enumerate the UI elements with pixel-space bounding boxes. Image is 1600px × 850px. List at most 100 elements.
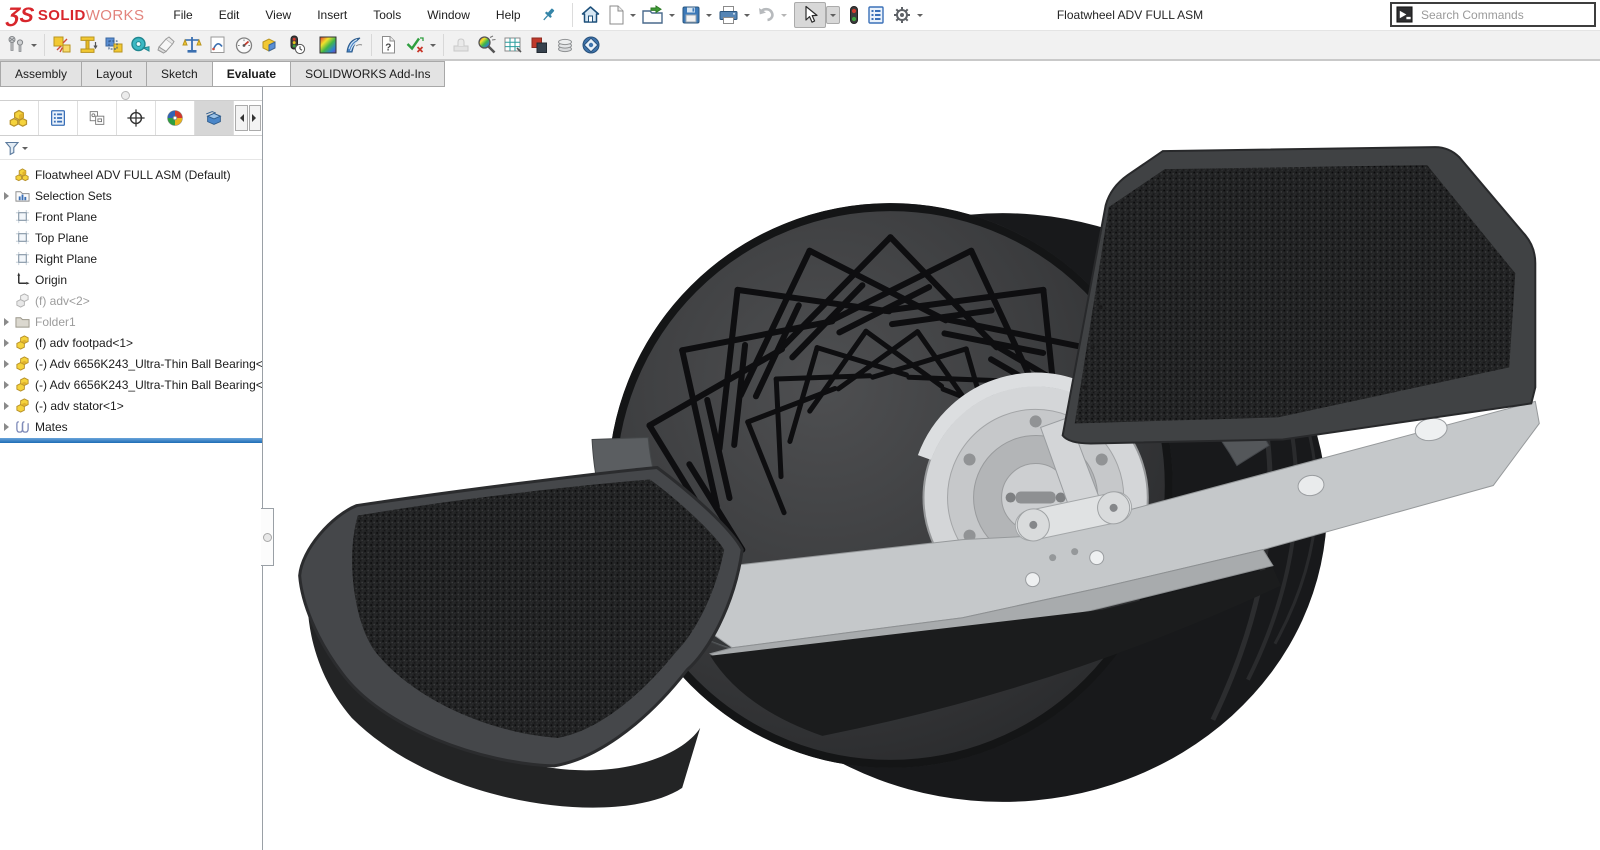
tree-item-ball-bearing-4[interactable]: (-) Adv 6656K243_Ultra-Thin Ball Bearing… (0, 374, 262, 395)
solidworks-search-icon (1396, 6, 1413, 23)
design-checker-dropdown[interactable] (430, 44, 436, 50)
measure-icon[interactable] (127, 33, 153, 57)
smart-fasteners-icon[interactable] (3, 33, 29, 57)
sensor-icon[interactable] (231, 33, 257, 57)
save-dropdown[interactable] (706, 14, 712, 20)
tree-item-mates[interactable]: Mates (0, 416, 262, 437)
toolbar-separator (572, 3, 573, 27)
task-list-icon[interactable] (863, 1, 889, 29)
tree-item-front-plane[interactable]: Front Plane (0, 206, 262, 227)
panel-height-splitter[interactable] (0, 87, 262, 100)
assembly-icon (15, 167, 30, 182)
main-toolbar (577, 1, 926, 29)
tab-solidworks-add-ins[interactable]: SOLIDWORKS Add-Ins (291, 61, 445, 87)
menu-window[interactable]: Window (414, 3, 483, 27)
expand-arrow[interactable] (3, 318, 14, 326)
tab-sketch[interactable]: Sketch (147, 61, 213, 87)
options-gear-icon[interactable] (889, 1, 915, 29)
display-manager-tab[interactable] (156, 101, 195, 135)
open-dropdown[interactable] (669, 14, 675, 20)
tree-item-adv-2[interactable]: (f) adv<2> (0, 290, 262, 311)
menu-insert[interactable]: Insert (304, 3, 360, 27)
plane-icon (15, 251, 30, 266)
menu-help[interactable]: Help (483, 3, 534, 27)
design-checker-icon[interactable] (402, 33, 428, 57)
performance-evaluation-icon[interactable] (283, 33, 309, 57)
expand-arrow[interactable] (3, 192, 14, 200)
markup-icon[interactable] (153, 33, 179, 57)
mass-properties-icon[interactable] (179, 33, 205, 57)
menu-items: File Edit View Insert Tools Window Help (160, 3, 533, 27)
tree-item-adv-stator[interactable]: (-) adv stator<1> (0, 395, 262, 416)
expand-arrow[interactable] (3, 381, 14, 389)
search-commands-input[interactable] (1419, 7, 1590, 23)
new-document-icon[interactable] (604, 1, 628, 29)
menu-file[interactable]: File (160, 3, 205, 27)
tab-layout[interactable]: Layout (82, 61, 147, 87)
undo-dropdown[interactable] (781, 14, 787, 20)
curvature-icon[interactable] (341, 33, 367, 57)
panel-tab-scroll-left[interactable] (235, 105, 248, 131)
rollback-bar[interactable] (0, 438, 262, 443)
document-checker-icon[interactable]: ? (376, 33, 402, 57)
pin-menu-icon[interactable] (534, 4, 568, 27)
interference-detection-icon[interactable] (49, 33, 75, 57)
tree-item-adv-footpad[interactable]: (f) adv footpad<1> (0, 332, 262, 353)
costing-icon[interactable] (552, 33, 578, 57)
configuration-manager-tab[interactable] (78, 101, 117, 135)
cam-addin-tab[interactable] (195, 101, 234, 135)
expand-arrow[interactable] (3, 360, 14, 368)
select-cursor-icon[interactable] (794, 2, 826, 28)
expand-arrow[interactable] (3, 402, 14, 410)
new-document-dropdown[interactable] (630, 14, 636, 20)
fasteners-dropdown[interactable] (31, 44, 37, 50)
tree-item-selection-sets[interactable]: Selection Sets (0, 185, 262, 206)
right-footpad[interactable] (1063, 147, 1536, 443)
filter-dropdown[interactable] (22, 147, 28, 153)
select-dropdown[interactable] (826, 6, 840, 24)
tree-item-top-plane[interactable]: Top Plane (0, 227, 262, 248)
tab-assembly[interactable]: Assembly (0, 61, 82, 87)
menu-view[interactable]: View (252, 3, 304, 27)
left-footpad[interactable] (300, 467, 743, 807)
panel-width-splitter[interactable] (261, 508, 274, 566)
featuremanager-tree-tab[interactable] (0, 101, 39, 135)
filter-funnel-icon[interactable] (4, 140, 20, 156)
assembly-visualization-icon[interactable] (257, 33, 283, 57)
tree-item-ball-bearing-1[interactable]: (-) Adv 6656K243_Ultra-Thin Ball Bearing… (0, 353, 262, 374)
stamp-disabled-icon[interactable] (448, 33, 474, 57)
tree-item-folder1[interactable]: Folder1 (0, 311, 262, 332)
clearance-verification-icon[interactable] (101, 33, 127, 57)
dimxpert-manager-tab[interactable] (117, 101, 156, 135)
tab-evaluate[interactable]: Evaluate (213, 61, 291, 87)
print-icon[interactable] (715, 1, 742, 29)
circular-references-icon[interactable] (578, 33, 604, 57)
tree-item-origin[interactable]: Origin (0, 269, 262, 290)
graphics-viewport[interactable] (263, 87, 1600, 850)
menu-edit[interactable]: Edit (206, 3, 253, 27)
model-onewheel-board (263, 87, 1600, 850)
save-icon[interactable] (678, 1, 704, 29)
property-manager-tab[interactable] (39, 101, 78, 135)
expand-arrow[interactable] (3, 339, 14, 347)
evaluate-toolbar: ? (0, 31, 1600, 61)
tree-item-root[interactable]: Floatwheel ADV FULL ASM (Default) (0, 164, 262, 185)
open-icon[interactable] (639, 1, 667, 29)
visualization-magnifier-icon[interactable] (474, 33, 500, 57)
instant-dimensions-icon[interactable] (500, 33, 526, 57)
feature-manager-panel: Floatwheel ADV FULL ASM (Default) Select… (0, 87, 263, 850)
options-dropdown[interactable] (917, 14, 923, 20)
hole-alignment-icon[interactable] (75, 33, 101, 57)
section-properties-icon[interactable] (205, 33, 231, 57)
tree-item-right-plane[interactable]: Right Plane (0, 248, 262, 269)
search-commands-box[interactable] (1390, 2, 1596, 27)
compare-documents-icon[interactable] (526, 33, 552, 57)
undo-icon[interactable] (753, 1, 779, 29)
home-icon[interactable] (577, 1, 604, 29)
expand-arrow[interactable] (3, 423, 14, 431)
menu-tools[interactable]: Tools (360, 3, 414, 27)
appearances-icon[interactable] (315, 33, 341, 57)
print-dropdown[interactable] (744, 14, 750, 20)
panel-tab-scroll-right[interactable] (249, 105, 262, 131)
resource-monitor-icon[interactable] (845, 1, 863, 29)
